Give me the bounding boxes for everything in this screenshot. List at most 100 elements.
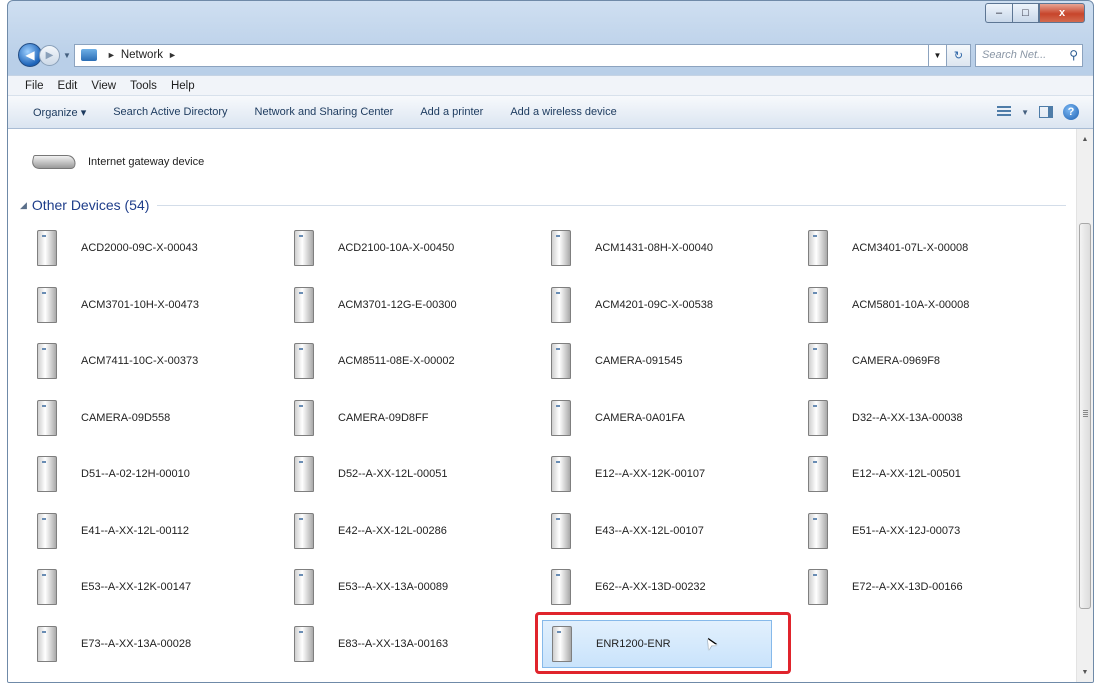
device-item[interactable]: ACD2000-09C-X-00043 — [28, 224, 258, 272]
device-label: ACD2100-10A-X-00450 — [338, 242, 455, 254]
device-item[interactable]: CAMERA-0969F8 — [799, 337, 1029, 385]
caption-buttons: – □ x — [985, 3, 1085, 23]
device-item[interactable]: E53--A-XX-13A-00089 — [285, 563, 515, 611]
device-label: ACM5801-10A-X-00008 — [852, 298, 970, 311]
device-item[interactable]: E51--A-XX-12J-00073 — [799, 507, 1029, 555]
search-input[interactable]: Search Net... ⚲ — [975, 43, 1083, 67]
refresh-icon: ↻ — [953, 49, 964, 62]
address-dropdown-button[interactable]: ▼ — [929, 43, 947, 67]
organize-button[interactable]: Organize ▾ — [33, 106, 86, 119]
device-item[interactable]: E53--A-XX-12K-00147 — [28, 563, 258, 611]
device-label: ACM3701-12G-E-00300 — [338, 298, 457, 311]
device-label: D51--A-02-12H-00010 — [81, 468, 190, 480]
gateway-item[interactable]: Internet gateway device — [30, 155, 204, 169]
device-label: E73--A-XX-13A-00028 — [81, 637, 192, 650]
preview-pane-icon[interactable] — [1039, 106, 1053, 118]
computer-icon — [294, 399, 314, 436]
computer-icon — [37, 625, 57, 662]
close-button[interactable]: x — [1039, 3, 1085, 23]
grip-icon — [1083, 410, 1088, 417]
search-placeholder: Search Net... — [982, 49, 1047, 61]
device-item[interactable]: CAMERA-091545 — [542, 337, 772, 385]
device-item[interactable]: ACM3701-12G-E-00300 — [285, 281, 515, 329]
breadcrumb-separator-trailing[interactable]: ► — [168, 50, 177, 60]
forward-button[interactable]: ▶ — [39, 44, 60, 66]
device-item[interactable]: D51--A-02-12H-00010 — [28, 450, 258, 498]
vertical-scrollbar[interactable]: ▲ ▼ — [1076, 129, 1093, 682]
menu-file[interactable]: File — [25, 80, 44, 92]
computer-icon — [37, 456, 57, 492]
computer-icon — [808, 456, 828, 492]
computer-icon — [294, 569, 314, 605]
device-item[interactable]: E42--A-XX-12L-00286 — [285, 507, 515, 555]
menu-edit[interactable]: Edit — [58, 80, 78, 92]
help-icon[interactable]: ? — [1063, 104, 1079, 120]
device-label: CAMERA-0969F8 — [852, 355, 941, 367]
network-sharing-center-button[interactable]: Network and Sharing Center — [255, 106, 394, 118]
device-item[interactable]: ACM5801-10A-X-00008 — [799, 281, 1029, 329]
device-label: E53--A-XX-13A-00089 — [338, 581, 449, 593]
scroll-up-arrow-icon[interactable]: ▲ — [1077, 131, 1093, 147]
group-title: Other Devices (54) — [31, 197, 150, 213]
device-item[interactable]: E43--A-XX-12L-00107 — [542, 507, 772, 555]
scroll-down-arrow-icon[interactable]: ▼ — [1077, 664, 1093, 680]
address-bar[interactable]: ► Network ► — [73, 43, 929, 67]
device-item[interactable]: ACM4201-09C-X-00538 — [542, 281, 772, 329]
file-list-pane: Internet gateway device ◢ Other Devices … — [8, 129, 1076, 682]
device-item[interactable]: E62--A-XX-13D-00232 — [542, 563, 772, 611]
device-item[interactable]: ACM7411-10C-X-00373 — [28, 337, 258, 385]
search-active-directory-button[interactable]: Search Active Directory — [113, 106, 227, 118]
device-item[interactable]: ACD2100-10A-X-00450 — [285, 224, 515, 272]
computer-icon — [808, 286, 828, 323]
device-item[interactable]: E12--A-XX-12K-00107 — [542, 450, 772, 498]
device-item[interactable]: ACM3701-10H-X-00473 — [28, 281, 258, 329]
computer-icon — [294, 286, 314, 323]
search-icon[interactable]: ⚲ — [1069, 48, 1078, 62]
change-view-icon[interactable] — [997, 106, 1012, 118]
recent-pages-dropdown-icon[interactable]: ▼ — [63, 51, 71, 60]
menu-view[interactable]: View — [91, 80, 116, 92]
computer-icon — [551, 286, 571, 323]
computer-icon — [294, 230, 314, 266]
device-label: E42--A-XX-12L-00286 — [338, 524, 447, 537]
computer-icon — [808, 343, 828, 379]
menu-tools[interactable]: Tools — [130, 80, 157, 92]
computer-icon — [294, 456, 314, 492]
device-item[interactable]: E72--A-XX-13D-00166 — [799, 563, 1029, 611]
device-label: ACM3701-10H-X-00473 — [81, 298, 200, 311]
breadcrumb-separator[interactable]: ► — [107, 50, 116, 60]
device-item[interactable]: D52--A-XX-12L-00051 — [285, 450, 515, 498]
router-icon — [30, 155, 78, 169]
device-item[interactable]: E12--A-XX-12L-00501 — [799, 450, 1029, 498]
device-item[interactable]: CAMERA-09D558 — [28, 394, 258, 442]
maximize-button[interactable]: □ — [1012, 3, 1039, 23]
device-item[interactable]: ACM3401-07L-X-00008 — [799, 224, 1029, 272]
device-label: E51--A-XX-12J-00073 — [852, 524, 961, 537]
device-label: E83--A-XX-13A-00163 — [338, 637, 449, 650]
breadcrumb-network[interactable]: Network — [121, 49, 163, 61]
device-item[interactable]: ACM1431-08H-X-00040 — [542, 224, 772, 272]
menu-help[interactable]: Help — [171, 80, 195, 92]
group-header-other-devices[interactable]: ◢ Other Devices (54) — [20, 197, 1066, 213]
back-arrow-icon: ◀ — [25, 48, 35, 62]
device-item[interactable]: CAMERA-09D8FF — [285, 394, 515, 442]
device-item[interactable]: D32--A-XX-13A-00038 — [799, 394, 1029, 442]
device-item[interactable]: E41--A-XX-12L-00112 — [28, 507, 258, 555]
scroll-thumb[interactable] — [1079, 223, 1091, 609]
command-bar: Organize ▾ Search Active Directory Netwo… — [8, 95, 1093, 129]
device-label: ACD2000-09C-X-00043 — [81, 242, 198, 254]
view-options-chevron-icon[interactable]: ▼ — [1021, 108, 1029, 117]
add-wireless-device-button[interactable]: Add a wireless device — [510, 106, 616, 118]
minimize-button[interactable]: – — [985, 3, 1012, 23]
device-item[interactable]: E83--A-XX-13A-00163 — [285, 620, 515, 668]
add-printer-button[interactable]: Add a printer — [420, 106, 483, 118]
collapse-chevron-icon[interactable]: ◢ — [20, 200, 27, 211]
device-item[interactable]: CAMERA-0A01FA — [542, 394, 772, 442]
computer-icon — [551, 343, 571, 379]
device-item[interactable]: ACM8511-08E-X-00002 — [285, 337, 515, 385]
command-bar-right: ▼ ? — [997, 104, 1079, 120]
refresh-button[interactable]: ↻ — [947, 43, 971, 67]
computer-icon — [37, 512, 57, 549]
device-item[interactable]: E73--A-XX-13A-00028 — [28, 620, 258, 668]
forward-arrow-icon: ▶ — [45, 49, 54, 61]
